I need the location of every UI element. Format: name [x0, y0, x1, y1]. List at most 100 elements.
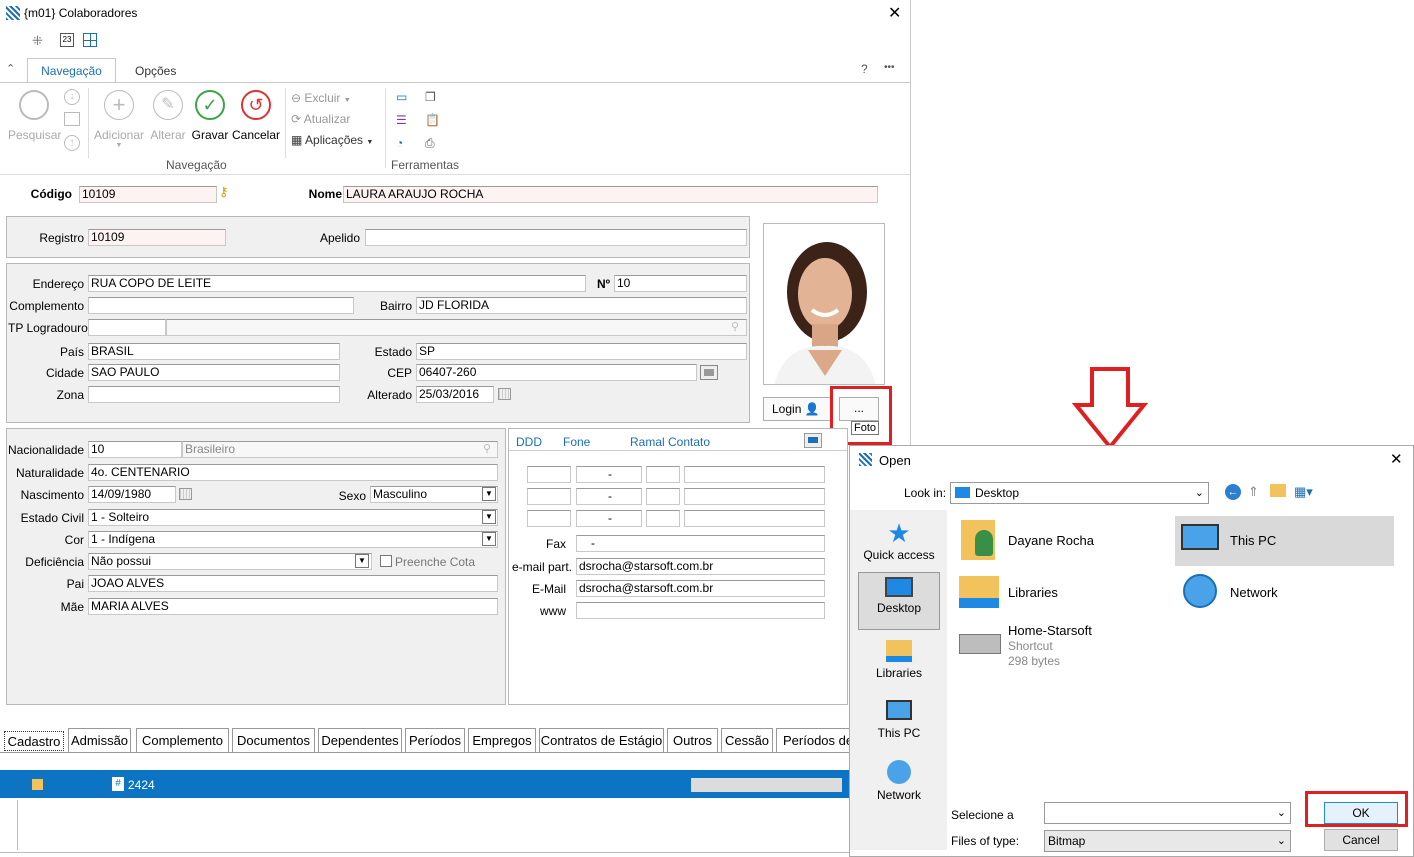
contato-field[interactable]	[684, 510, 825, 527]
adicionar-button[interactable]: + Adicionar ▼	[90, 90, 148, 149]
file-item-home-starsoft[interactable]: Home-Starsoft Shortcut 298 bytes	[957, 620, 1167, 672]
alterado-field[interactable]: 25/03/2016	[416, 386, 494, 403]
endereco-field[interactable]: RUA COPO DE LEITE	[88, 275, 586, 292]
tab-opcoes[interactable]: Opções	[135, 64, 176, 78]
tab-admissao[interactable]: Admissão	[68, 728, 131, 752]
nome-field[interactable]: LAURA ARAUJO ROCHA	[343, 186, 878, 203]
nav-libraries[interactable]: Libraries	[858, 640, 940, 680]
tab-navegacao[interactable]: Navegação	[27, 58, 116, 83]
tab-dependentes[interactable]: Dependentes	[318, 728, 402, 752]
copy-icon[interactable]: ❐	[425, 90, 436, 104]
dialog-close-icon[interactable]: ✕	[1390, 450, 1403, 468]
nav-network[interactable]: Network	[858, 760, 940, 802]
tp-logradouro-field[interactable]	[88, 319, 166, 336]
file-item-network[interactable]: Network	[1175, 570, 1394, 614]
chevron-down-icon[interactable]: ▼	[355, 554, 369, 568]
ramal-field[interactable]	[646, 466, 680, 483]
estado-civil-select[interactable]: 1 - Solteiro	[88, 509, 498, 526]
contato-field[interactable]	[684, 488, 825, 505]
nav-quick-access[interactable]: ★ Quick access	[858, 518, 940, 562]
zona-field[interactable]	[88, 386, 340, 403]
codigo-field[interactable]: 10109	[79, 186, 217, 203]
apelido-field[interactable]	[365, 229, 747, 246]
key-icon[interactable]: ⚷	[219, 184, 229, 200]
file-item-this-pc[interactable]: This PC	[1175, 516, 1394, 566]
tab-empregos[interactable]: Empregos	[468, 728, 536, 752]
pesquisar-button[interactable]: Pesquisar	[8, 90, 61, 142]
naturalidade-field[interactable]: 4o. CENTENARIO	[88, 464, 498, 481]
file-item-dayane-rocha[interactable]: Dayane Rocha	[957, 516, 1167, 566]
nav-this-pc[interactable]: This PC	[858, 700, 940, 740]
cep-lookup-button[interactable]	[700, 365, 718, 380]
tab-cadastro[interactable]: Cadastro	[4, 731, 64, 751]
gravar-button[interactable]: ✓ Gravar	[190, 90, 230, 142]
fax-field[interactable]: -	[576, 535, 825, 552]
excluir-button[interactable]: ⊖ Excluir ▼	[291, 91, 351, 105]
tab-periodos[interactable]: Períodos	[405, 728, 465, 752]
filetype-select[interactable]: Bitmap ⌄	[1044, 830, 1291, 852]
back-icon[interactable]: ←	[1225, 484, 1241, 500]
grid-icon[interactable]	[83, 33, 97, 47]
pais-field[interactable]: BRASIL	[88, 343, 340, 360]
cep-field[interactable]: 06407-260	[416, 364, 697, 381]
ddd-field[interactable]	[527, 510, 571, 527]
deficiencia-select[interactable]: Não possui	[88, 553, 372, 570]
email-field[interactable]: dsrocha@starsoft.com.br	[576, 580, 825, 597]
alterar-button[interactable]: ✎ Alterar	[148, 90, 188, 142]
ramal-field[interactable]	[646, 510, 680, 527]
aplicacoes-button[interactable]: ▦ Aplicações ▼	[291, 133, 373, 147]
login-button[interactable]: Login 👤	[763, 397, 831, 421]
new-folder-icon[interactable]	[1270, 484, 1286, 497]
tab-periodos-de[interactable]: Períodos de	[776, 728, 851, 752]
numero-field[interactable]: 10	[614, 275, 747, 292]
chevron-down-icon[interactable]: ▼	[482, 532, 496, 546]
list-icon[interactable]: ☰	[396, 113, 407, 127]
cor-select[interactable]: 1 - Indígena	[88, 531, 498, 548]
bairro-field[interactable]: JD FLORIDA	[416, 297, 747, 314]
comment-icon[interactable]: ▭	[396, 90, 407, 104]
paste-icon[interactable]: 📋	[425, 113, 440, 127]
up-arrow-icon[interactable]: ↑	[64, 135, 80, 151]
cancel-button[interactable]: Cancel	[1324, 829, 1398, 851]
close-icon[interactable]: ✕	[888, 3, 901, 23]
help-icon[interactable]: ?	[861, 62, 868, 76]
fone-field[interactable]: -	[576, 510, 642, 527]
nascimento-field[interactable]: 14/09/1980	[88, 486, 176, 503]
tab-cessao[interactable]: Cessão	[721, 728, 773, 752]
contato-field[interactable]	[684, 466, 825, 483]
ddd-field[interactable]	[527, 488, 571, 505]
phone-edit-icon[interactable]	[804, 433, 822, 448]
calendar-icon[interactable]	[179, 488, 192, 500]
find-icon[interactable]: ◔	[396, 136, 403, 150]
estado-field[interactable]: SP	[416, 343, 747, 360]
sexo-select[interactable]: Masculino	[370, 486, 498, 503]
look-in-select[interactable]: Desktop ⌄	[950, 482, 1209, 504]
search-icon[interactable]: ⚲	[483, 442, 491, 455]
email-part-field[interactable]: dsrocha@starsoft.com.br	[576, 558, 825, 575]
chevron-down-icon[interactable]: ▼	[482, 510, 496, 524]
pai-field[interactable]: JOAO ALVES	[88, 575, 498, 592]
tab-complemento[interactable]: Complemento	[136, 728, 229, 752]
registro-field[interactable]: 10109	[88, 229, 226, 246]
window-icon[interactable]	[64, 112, 80, 126]
nacionalidade-field[interactable]: 10	[88, 441, 182, 458]
print-icon[interactable]: ⎙	[425, 136, 435, 151]
preenche-cota-checkbox[interactable]	[380, 555, 392, 567]
more-icon[interactable]: •••	[884, 62, 895, 73]
tab-documentos[interactable]: Documentos	[232, 728, 315, 752]
view-menu-icon[interactable]: ▦▾	[1294, 484, 1313, 500]
ddd-field[interactable]	[527, 466, 571, 483]
complemento-field[interactable]	[88, 297, 354, 314]
atualizar-button[interactable]: ⟳ Atualizar	[291, 112, 350, 126]
calendar-icon[interactable]: 23	[60, 33, 74, 47]
filename-input[interactable]: ⌄	[1044, 802, 1291, 824]
cidade-field[interactable]: SAO PAULO	[88, 364, 340, 381]
chevron-down-icon[interactable]: ▼	[482, 487, 496, 501]
tab-outros[interactable]: Outros	[667, 728, 718, 752]
cancelar-button[interactable]: ↺ Cancelar	[230, 90, 282, 142]
file-item-libraries[interactable]: Libraries	[957, 570, 1167, 614]
ribbon-collapse-icon[interactable]: ⌃	[6, 62, 15, 75]
search-icon[interactable]: ⚲	[731, 320, 739, 333]
down-arrow-icon[interactable]: ↓	[64, 89, 80, 105]
up-folder-icon[interactable]: ⇑	[1248, 484, 1259, 500]
